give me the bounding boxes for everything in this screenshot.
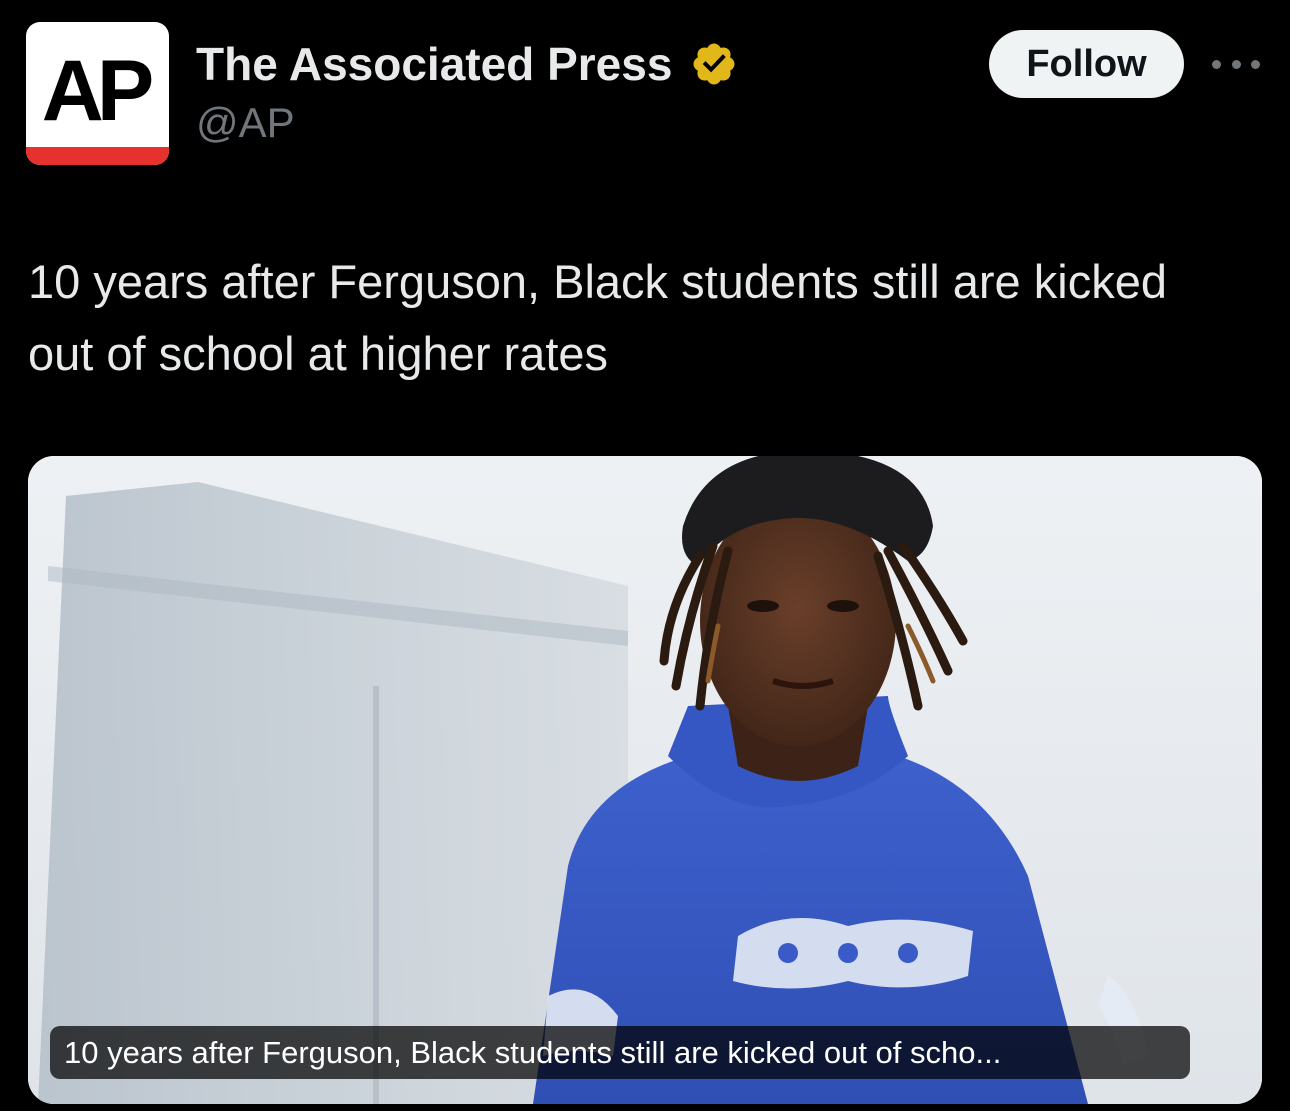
media-card[interactable]: 10 years after Ferguson, Black students …	[28, 456, 1262, 1104]
tweet-text: 10 years after Ferguson, Black students …	[28, 255, 1167, 380]
ap-logo-text: AP	[41, 43, 154, 139]
follow-button[interactable]: Follow	[989, 30, 1184, 98]
more-horizontal-icon[interactable]	[1212, 52, 1260, 76]
verified-badge-icon	[693, 43, 735, 85]
ap-logo-stripe	[26, 147, 169, 165]
media-caption: 10 years after Ferguson, Black students …	[50, 1026, 1190, 1079]
author-display-name[interactable]: The Associated Press	[196, 37, 672, 91]
author-handle[interactable]: @AP	[196, 98, 295, 148]
author-avatar[interactable]: AP	[26, 22, 169, 165]
article-photo	[28, 456, 1262, 1104]
more-dot	[1212, 59, 1221, 69]
more-dot	[1251, 59, 1260, 69]
more-dot	[1231, 59, 1241, 69]
